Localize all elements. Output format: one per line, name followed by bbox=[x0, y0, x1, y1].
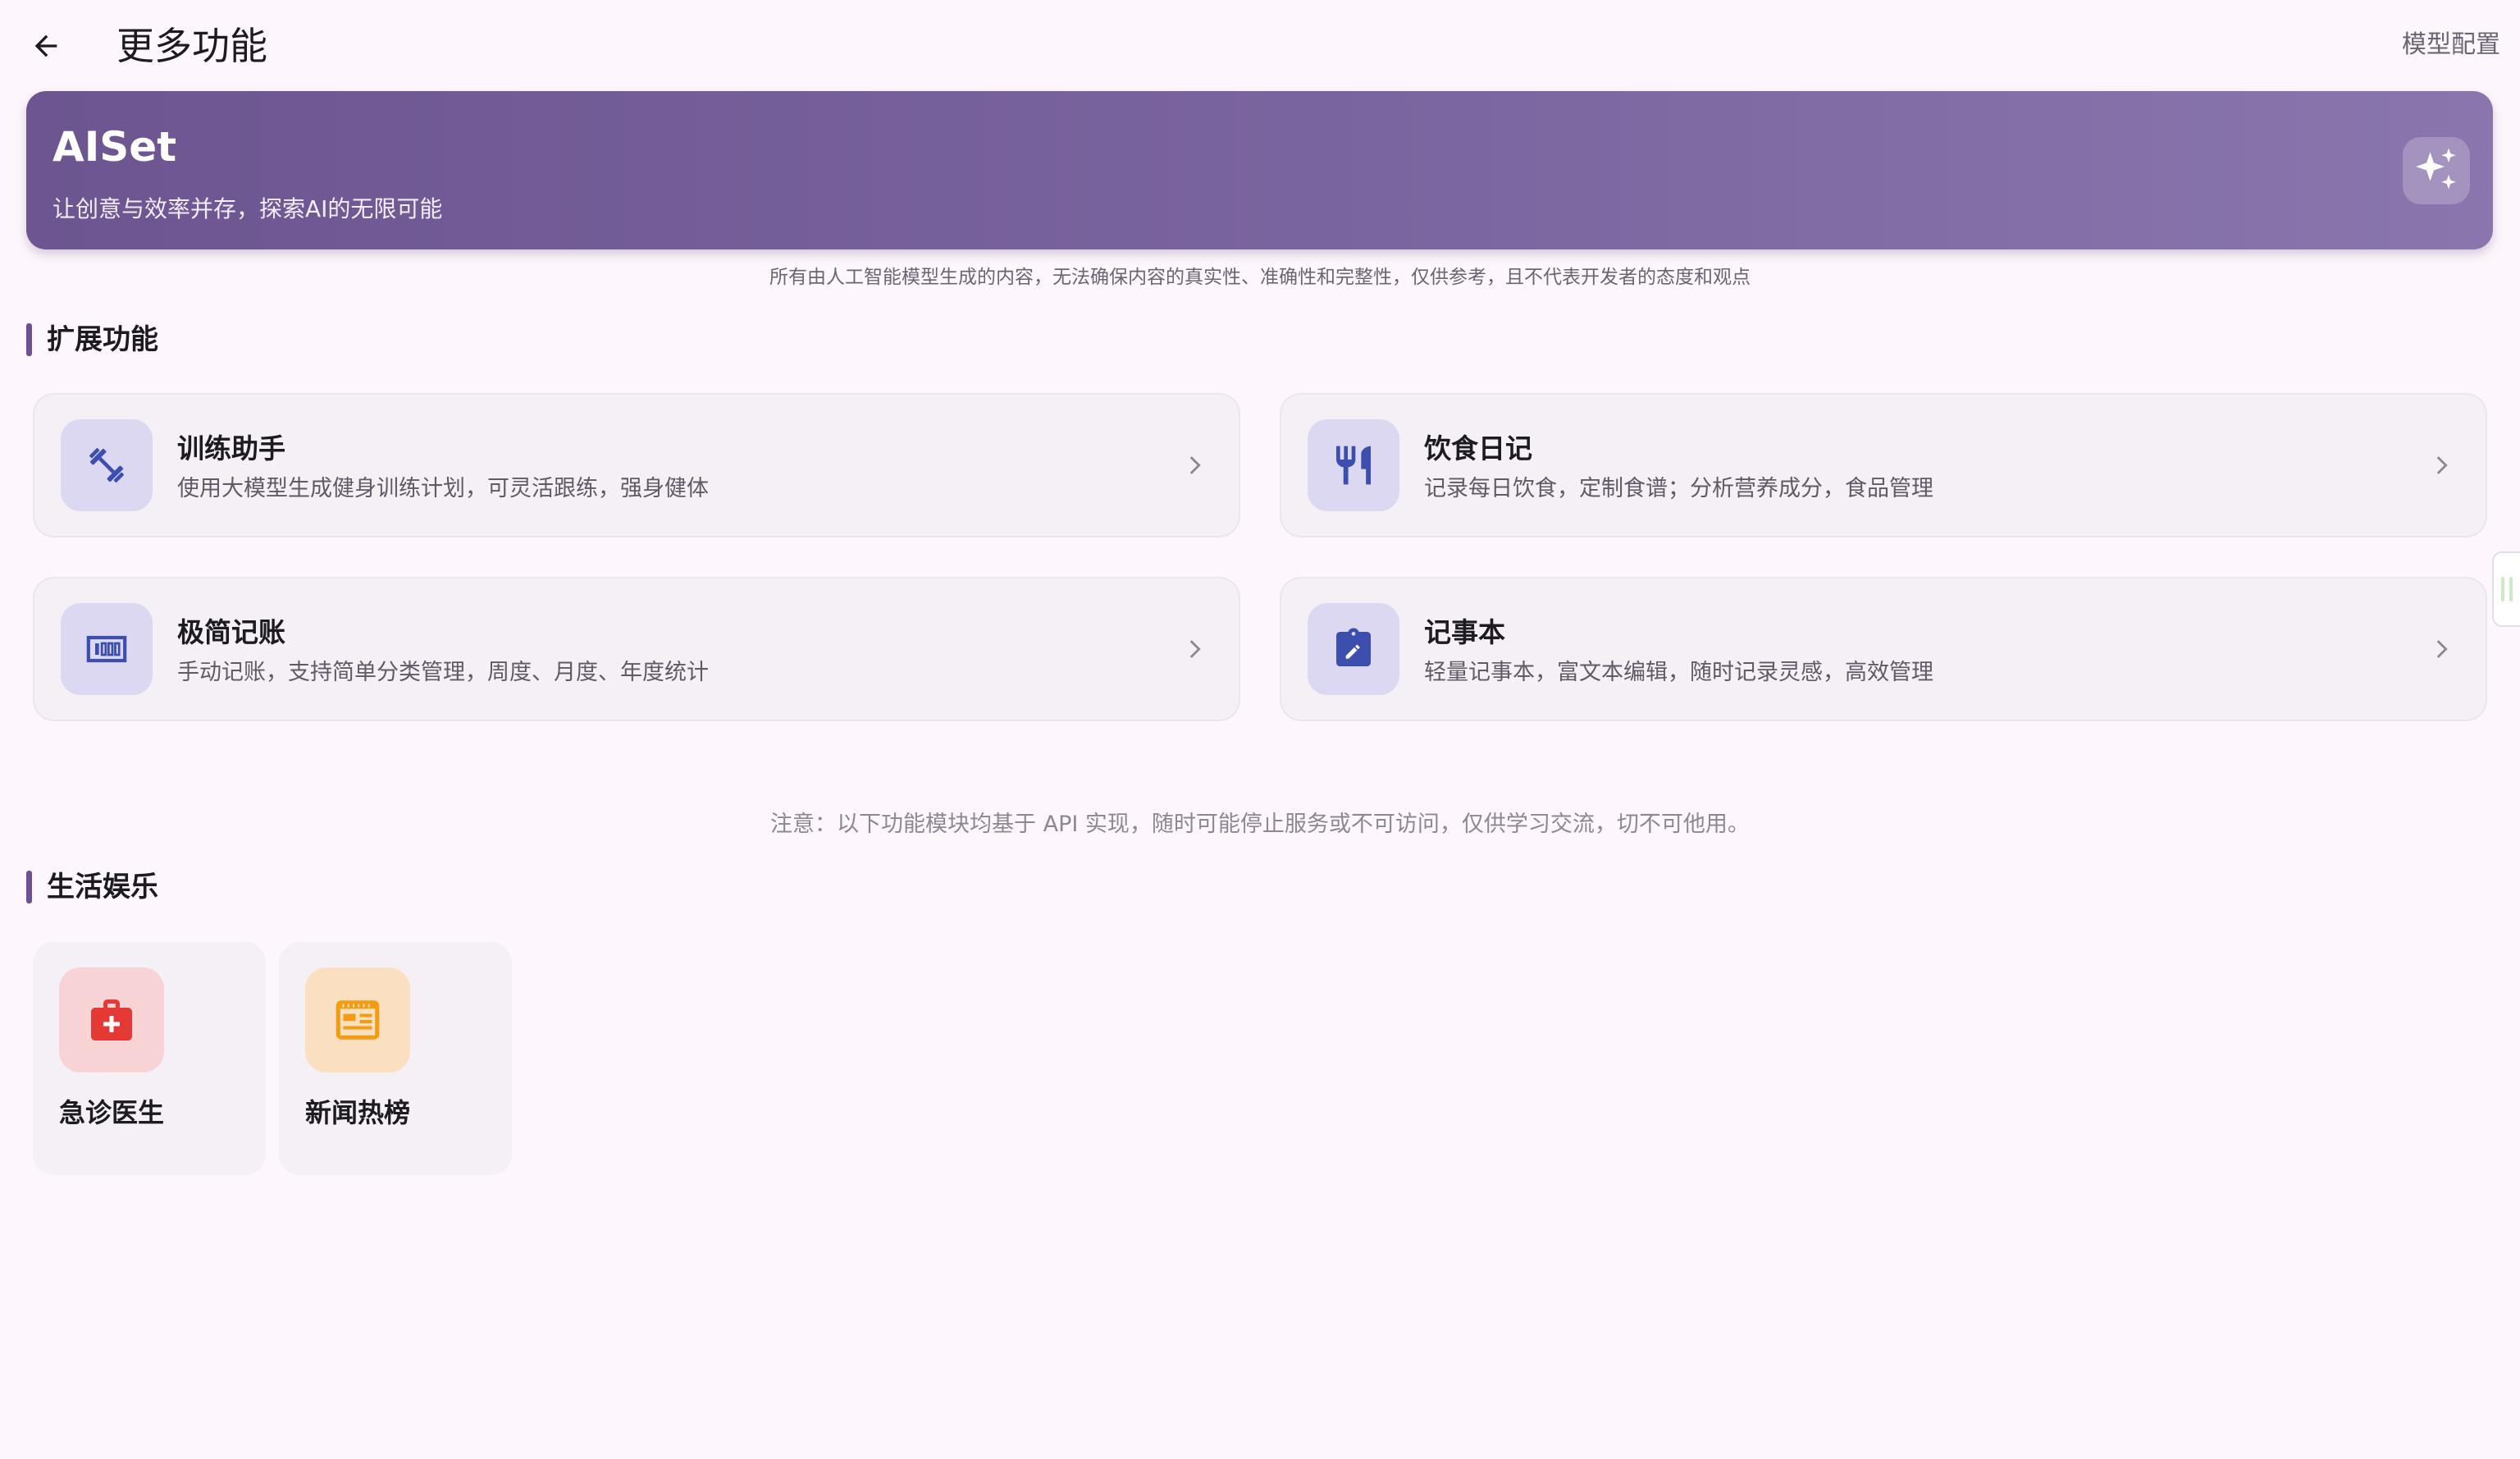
banner-subtitle: 让创意与效率并存，探索AI的无限可能 bbox=[52, 195, 443, 222]
banner-title: AISet bbox=[52, 123, 177, 171]
handle-grip-line bbox=[2501, 577, 2504, 601]
card-title: 记事本 bbox=[1424, 616, 1505, 648]
sparkles-icon bbox=[2416, 148, 2456, 190]
fork-knife-icon bbox=[1336, 446, 1371, 485]
card-description: 记录每日饮食，定制食谱；分析营养成分，食品管理 bbox=[1424, 476, 1933, 501]
card-icon-container bbox=[1308, 603, 1399, 695]
chevron-right-icon bbox=[2425, 449, 2458, 482]
feature-card-accounting[interactable]: 极简记账 手动记账，支持简单分类管理，周度、月度、年度统计 bbox=[33, 577, 1240, 721]
chevron-right-icon bbox=[2425, 633, 2458, 665]
handle-grip-line bbox=[2509, 577, 2513, 601]
card-title: 极简记账 bbox=[177, 616, 285, 648]
feature-card-notepad[interactable]: 记事本 轻量记事本，富文本编辑，随时记录灵感，高效管理 bbox=[1280, 577, 2487, 721]
card-icon-container bbox=[61, 419, 153, 511]
top-app-bar: 更多功能 模型配置 bbox=[0, 0, 2520, 90]
tile-label: 急诊医生 bbox=[59, 1097, 165, 1128]
model-config-button[interactable]: 模型配置 bbox=[2402, 28, 2500, 62]
ai-disclaimer: 所有由人工智能模型生成的内容，无法确保内容的真实性、准确性和完整性，仅供参考，且… bbox=[769, 267, 1751, 288]
api-notice: 注意：以下功能模块均基于 API 实现，随时可能停止服务或不可访问，仅供学习交流… bbox=[770, 812, 1750, 837]
tile-icon-container bbox=[59, 967, 164, 1073]
dumbbell-icon bbox=[89, 448, 124, 483]
card-description: 使用大模型生成健身训练计划，可灵活跟练，强身健体 bbox=[177, 476, 709, 501]
chevron-right-icon bbox=[1178, 633, 1211, 665]
card-title: 饮食日记 bbox=[1424, 432, 1532, 464]
clipboard-edit-icon bbox=[1336, 628, 1371, 666]
section-title: 扩展功能 bbox=[47, 323, 158, 356]
back-button[interactable] bbox=[21, 21, 71, 71]
tile-emergency-doctor[interactable]: 急诊医生 bbox=[33, 942, 266, 1175]
medical-kit-icon bbox=[91, 999, 132, 1041]
section-header-extensions: 扩展功能 bbox=[26, 322, 158, 358]
card-title: 训练助手 bbox=[177, 432, 285, 464]
card-description: 轻量记事本，富文本编辑，随时记录灵感，高效管理 bbox=[1424, 660, 1933, 685]
side-drag-handle[interactable] bbox=[2492, 551, 2520, 627]
newspaper-icon bbox=[336, 1000, 380, 1040]
tile-news-ranking[interactable]: 新闻热榜 bbox=[279, 942, 512, 1175]
hero-banner: AISet 让创意与效率并存，探索AI的无限可能 bbox=[26, 91, 2493, 249]
tile-icon-container bbox=[305, 967, 410, 1073]
section-header-life: 生活娱乐 bbox=[26, 869, 158, 905]
page-title: 更多功能 bbox=[116, 24, 267, 68]
section-title: 生活娱乐 bbox=[47, 871, 158, 903]
tile-label: 新闻热榜 bbox=[305, 1097, 411, 1128]
chevron-right-icon bbox=[1178, 449, 1211, 482]
card-description: 手动记账，支持简单分类管理，周度、月度、年度统计 bbox=[177, 660, 709, 685]
app-root: 更多功能 模型配置 AISet 让创意与效率并存，探索AI的无限可能 所有由人工… bbox=[0, 0, 2520, 1459]
section-accent-bar bbox=[26, 323, 32, 356]
card-icon-container bbox=[1308, 419, 1399, 511]
section-accent-bar bbox=[26, 871, 32, 903]
card-icon-container bbox=[61, 603, 153, 695]
feature-card-diet[interactable]: 饮食日记 记录每日饮食，定制食谱；分析营养成分，食品管理 bbox=[1280, 393, 2487, 537]
counter-icon bbox=[86, 635, 127, 663]
arrow-left-icon bbox=[34, 34, 57, 57]
feature-card-training[interactable]: 训练助手 使用大模型生成健身训练计划，可灵活跟练，强身健体 bbox=[33, 393, 1240, 537]
banner-icon-container bbox=[2403, 137, 2470, 204]
